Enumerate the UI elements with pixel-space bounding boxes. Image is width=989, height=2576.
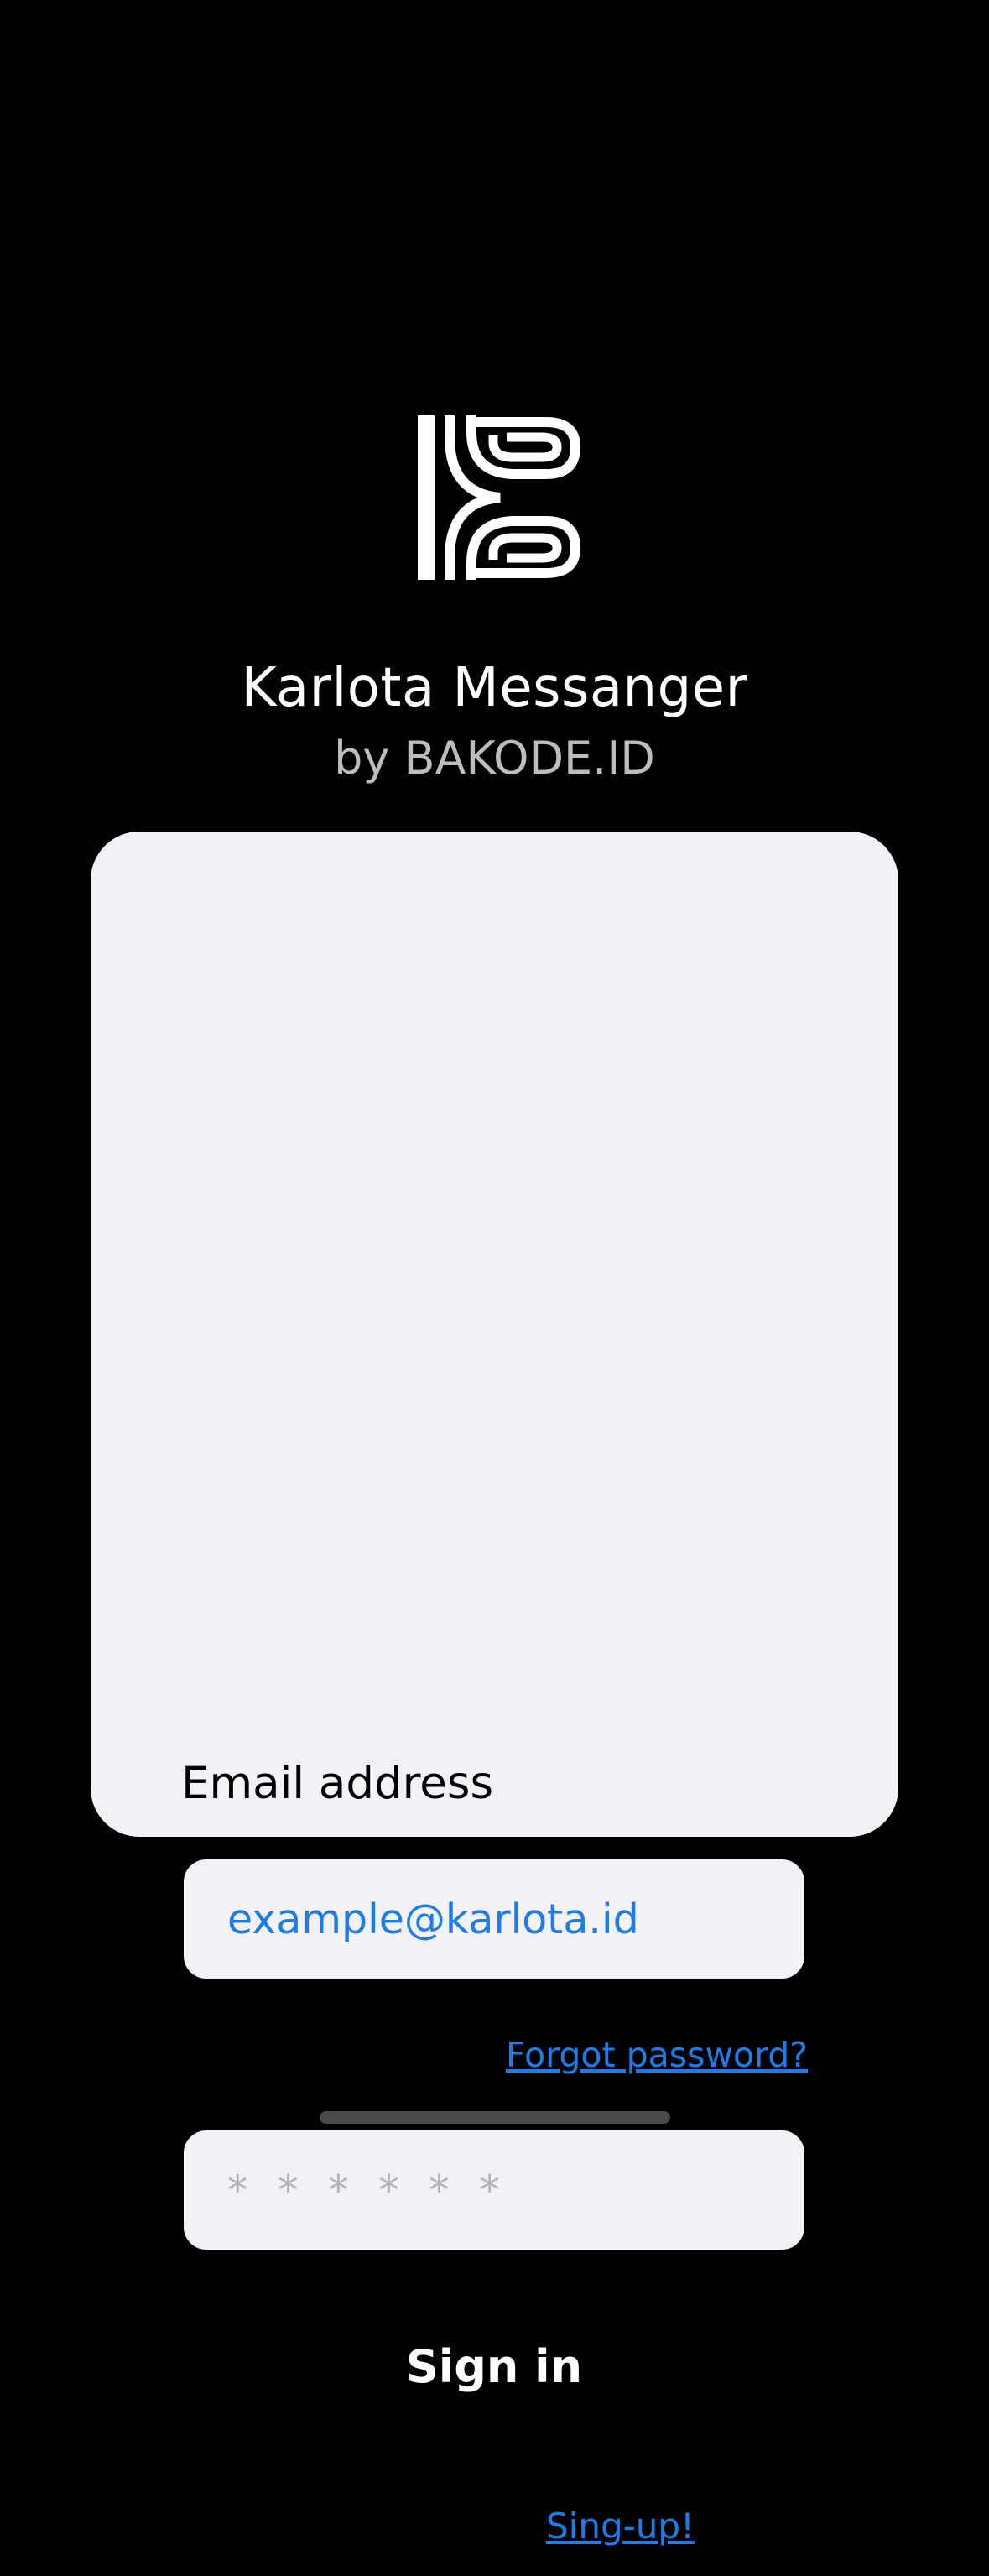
app-title: Karlota Messanger xyxy=(241,657,748,719)
sign-up-link[interactable]: Sing-up! xyxy=(546,2501,695,2552)
login-card: Email address Password Forgot password? … xyxy=(91,832,898,2572)
sign-in-button[interactable]: Sign in xyxy=(181,2294,807,2438)
password-label: Password xyxy=(181,2030,389,2081)
forgot-password-link[interactable]: Forgot password? xyxy=(506,2030,808,2080)
email-label: Email address xyxy=(181,1758,494,1809)
no-account-text: doesn't have an account? xyxy=(294,2482,522,2572)
bakode-logo-icon xyxy=(418,415,581,580)
password-field[interactable] xyxy=(181,2128,807,2252)
home-indicator[interactable] xyxy=(320,2111,670,2124)
login-screen: Karlota Messanger by BAKODE.ID Email add… xyxy=(0,0,989,2572)
email-field[interactable] xyxy=(181,1857,807,1981)
app-subtitle: by BAKODE.ID xyxy=(334,732,655,785)
